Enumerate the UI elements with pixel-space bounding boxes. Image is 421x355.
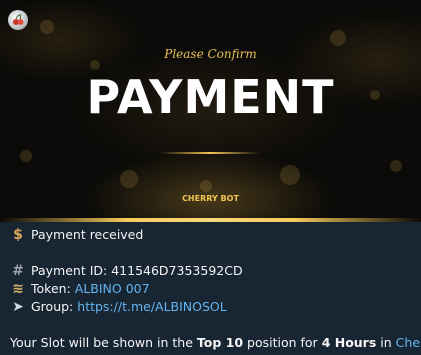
slot-hours: 4 Hours: [321, 335, 377, 350]
message-bubble: Please Confirm PAYMENT CHERRY BOT $ Paym…: [0, 0, 421, 355]
coins-icon: ≋: [12, 281, 24, 297]
token-line: ≋ Token: ALBINO 007: [10, 280, 411, 298]
message-text: $ Payment received # Payment ID: 411546D…: [10, 226, 421, 352]
slot-in: in: [380, 335, 392, 350]
banner-bottom-glow: [0, 218, 421, 222]
payment-id-label: Payment ID:: [31, 263, 108, 278]
cherry-logo-icon: [8, 10, 28, 30]
group-line: ➤ Group: https://t.me/ALBINOSOL: [10, 298, 411, 316]
banner-subtitle: Please Confirm: [164, 47, 257, 61]
token-label: Token:: [31, 281, 71, 296]
banner-title: PAYMENT: [86, 70, 335, 124]
banner-brand: CHERRY BOT: [182, 194, 239, 203]
slot-mid: position for: [247, 335, 318, 350]
payment-id-line: # Payment ID: 411546D7353592CD: [10, 262, 411, 280]
banner-divider: [160, 152, 260, 154]
slot-prefix: Your Slot will be shown in the: [10, 335, 193, 350]
paper-plane-icon: ➤: [12, 299, 24, 315]
slot-line: Your Slot will be shown in the Top 10 po…: [10, 334, 421, 352]
payment-banner-image[interactable]: Please Confirm PAYMENT CHERRY BOT: [0, 0, 421, 222]
group-link[interactable]: https://t.me/ALBINOSOL: [77, 298, 226, 316]
hash-icon: #: [12, 263, 24, 279]
payment-id-value: 411546D7353592CD: [111, 263, 243, 278]
cherry-link[interactable]: Cherry: [396, 334, 421, 352]
payment-received-text: Payment received: [31, 227, 144, 242]
token-link[interactable]: ALBINO 007: [75, 280, 150, 298]
group-label: Group:: [31, 299, 74, 314]
dollar-icon: $: [13, 227, 23, 243]
payment-received-line: $ Payment received: [10, 226, 411, 244]
slot-top: Top 10: [196, 335, 244, 350]
